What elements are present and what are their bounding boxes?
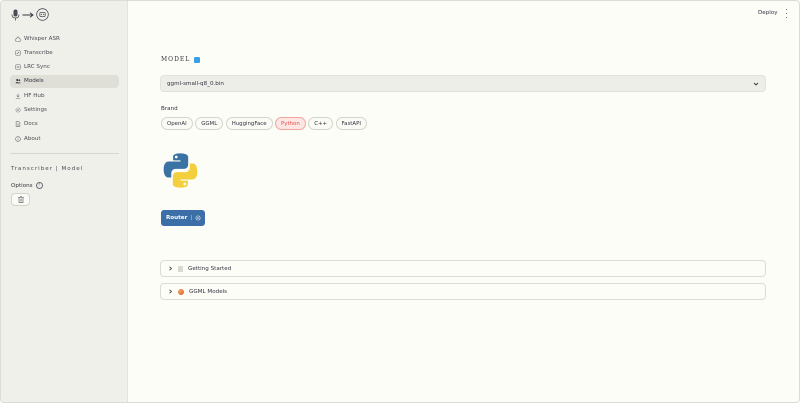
- sidebar-item-label: LRC Sync: [24, 64, 50, 71]
- sidebar-item-label: HF Hub: [24, 92, 45, 99]
- router-gear-icon: [195, 215, 201, 221]
- brand-label: Brand: [161, 106, 178, 112]
- clear-button[interactable]: [11, 193, 30, 206]
- users-icon: [14, 78, 21, 85]
- home-icon: [14, 35, 21, 42]
- router-badge[interactable]: Router |: [161, 210, 205, 226]
- brand-pill-huggingface[interactable]: HuggingFace: [225, 117, 273, 130]
- edit-icon: [14, 49, 21, 56]
- trash-icon: [17, 196, 24, 203]
- expander-label: GGML Models: [189, 288, 228, 295]
- sidebar-item-lrc-sync[interactable]: LRC Sync: [10, 61, 119, 74]
- python-logo-icon: [163, 153, 198, 188]
- sidebar-divider: [10, 153, 119, 154]
- sidebar-item-hf-hub[interactable]: HF Hub: [10, 89, 119, 102]
- brand-pill-cpp[interactable]: C++: [308, 117, 334, 130]
- sidebar-nav: Whisper ASR Transcribe LRC Sync Models H…: [10, 32, 119, 146]
- sidebar-section-heading: Transcriber | Model: [11, 166, 84, 172]
- brand-pill-python[interactable]: Python: [275, 117, 306, 130]
- sidebar-item-transcribe[interactable]: Transcribe: [10, 46, 119, 59]
- deploy-button[interactable]: Deploy: [758, 10, 778, 16]
- app-window: Whisper ASR Transcribe LRC Sync Models H…: [0, 0, 800, 403]
- sidebar-item-label: Transcribe: [24, 49, 53, 56]
- expander-label: Getting Started: [188, 265, 232, 272]
- brand-pill-fastapi[interactable]: FastAPI: [335, 117, 367, 130]
- sidebar-item-label: Whisper ASR: [24, 35, 60, 42]
- arrow-right-icon: [22, 11, 34, 18]
- info-icon: [14, 135, 21, 142]
- model-select-value: ggml-small-q8_0.bin: [167, 80, 224, 87]
- document-icon: [178, 265, 183, 272]
- sidebar-item-settings[interactable]: Settings: [10, 103, 119, 116]
- sidebar-item-docs[interactable]: Docs: [10, 118, 119, 131]
- download-icon: [14, 92, 21, 99]
- app-logo: [11, 8, 49, 21]
- brand-pill-openai[interactable]: OpenAI: [161, 117, 193, 130]
- model-select[interactable]: ggml-small-q8_0.bin: [160, 75, 766, 92]
- router-separator: |: [190, 215, 193, 221]
- brand-pill-ggml[interactable]: GGML: [195, 117, 224, 130]
- chevron-right-icon: [169, 266, 173, 271]
- router-label: Router: [166, 215, 188, 221]
- options-label: Options: [11, 182, 33, 189]
- sidebar-item-label: Settings: [24, 106, 47, 113]
- expander-getting-started[interactable]: Getting Started: [160, 260, 766, 277]
- sidebar-item-label: Docs: [24, 121, 38, 128]
- model-label: MODEL: [161, 56, 191, 63]
- sidebar-item-models[interactable]: Models: [10, 74, 119, 88]
- ball-icon: [178, 288, 184, 295]
- options-row: Options ?: [11, 182, 43, 189]
- sidebar-item-label: About: [24, 135, 41, 142]
- sidebar-item-about[interactable]: About: [10, 132, 119, 145]
- help-icon[interactable]: ?: [35, 182, 43, 189]
- sidebar: Whisper ASR Transcribe LRC Sync Models H…: [1, 1, 128, 402]
- sidebar-item-label: Models: [24, 78, 44, 85]
- chevron-down-icon: [753, 82, 759, 86]
- document-icon: [14, 121, 21, 128]
- model-section-title: MODEL: [161, 56, 201, 63]
- cube-icon: [194, 56, 201, 63]
- brand-pills: OpenAI GGML HuggingFace Python C++ FastA…: [161, 117, 367, 130]
- kebab-menu-icon[interactable]: [784, 9, 789, 18]
- sidebar-item-whisper-asr[interactable]: Whisper ASR: [10, 32, 119, 45]
- sync-icon: [14, 64, 21, 71]
- chevron-right-icon: [169, 289, 173, 294]
- microphone-icon: [11, 9, 20, 20]
- expander-ggml-models[interactable]: GGML Models: [160, 283, 766, 300]
- robot-icon: [36, 8, 49, 21]
- gear-icon: [14, 106, 21, 113]
